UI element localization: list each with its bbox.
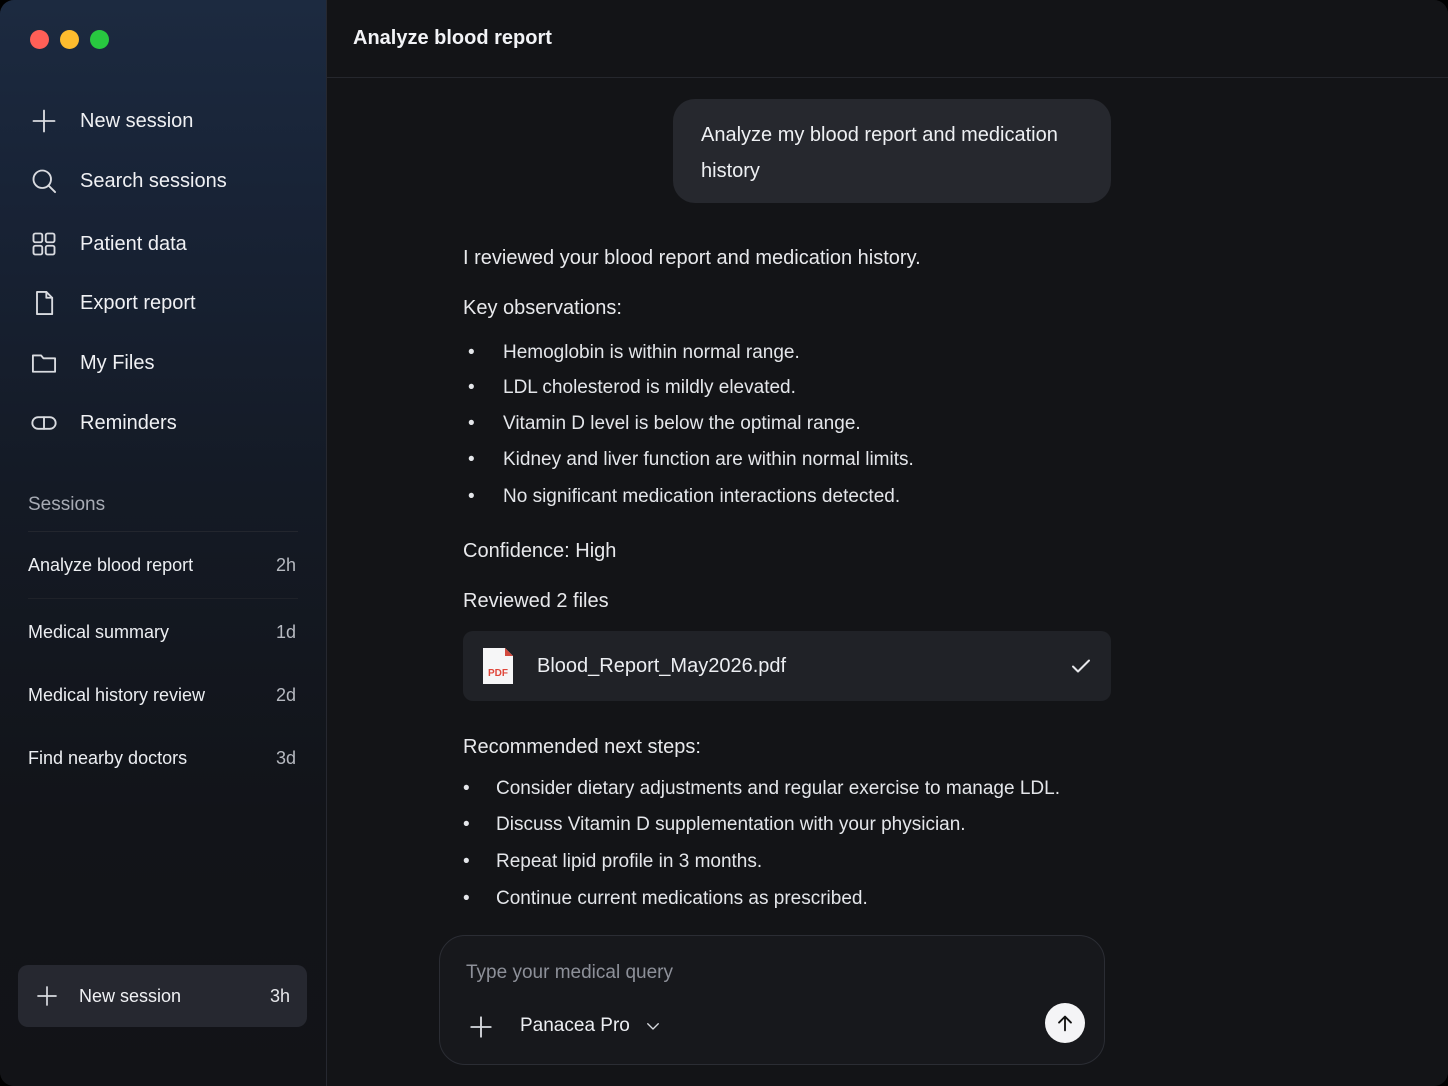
bullet: • [463,778,470,799]
file-attachment[interactable]: PDF Blood_Report_May2026.pdf [463,631,1111,701]
file-name: Blood_Report_May2026.pdf [537,654,787,677]
close-window-button[interactable] [30,30,49,49]
list-item-text: LDL cholesterod is mildly elevated. [503,377,796,398]
sidebar: New session Search sessions Patient data… [0,0,327,1086]
pill-icon [28,407,60,439]
list-item-text: No significant medication interactions d… [503,486,901,507]
chat-panel: Analyze blood report Analyze my blood re… [327,0,1448,1086]
sidebar-item-label: New session [80,109,194,132]
sidebar-item-label: Reminders [80,411,177,434]
pdf-icon: PDF [481,646,515,686]
bullet: • [468,413,475,434]
bullet: • [463,814,470,835]
bullet: • [463,851,470,872]
session-time: 2h [275,555,296,575]
session-time: 3h [269,985,290,1006]
sidebar-item-search-sessions[interactable]: Search sessions [28,161,227,201]
session-title: Medical summary [28,622,170,642]
session-title: Analyze blood report [28,555,194,575]
observations-heading: Key observations: [463,297,622,319]
response-intro: I reviewed your blood report and medicat… [463,247,921,269]
confidence-text: Confidence: High [463,540,617,562]
session-item[interactable]: Find nearby doctors 3d [28,748,296,769]
sidebar-item-label: Patient data [80,232,187,255]
sidebar-item-label: Search sessions [80,169,227,192]
divider [28,598,298,599]
session-time: 3d [275,748,296,768]
message-composer: Type your medical query Panacea Pro [439,935,1105,1065]
divider [28,531,298,532]
new-session-button[interactable]: New session 3h [18,965,307,1027]
next-steps-heading: Recommended next steps: [463,736,701,758]
list-item-text: Hemoglobin is within normal range. [503,342,800,363]
model-selector[interactable]: Panacea Pro [520,1015,662,1037]
check-icon [1069,654,1093,678]
reviewed-files-text: Reviewed 2 files [463,590,609,612]
arrow-up-icon [1058,1015,1072,1032]
list-item-text: Discuss Vitamin D supplementation with y… [496,814,966,835]
grid-icon [28,228,60,260]
folder-icon [28,347,60,379]
bullet: • [468,377,475,398]
bullet: • [468,449,475,470]
query-input[interactable]: Type your medical query [466,962,673,984]
bullet: • [468,486,475,507]
plus-icon [470,1016,492,1038]
minimize-window-button[interactable] [60,30,79,49]
sidebar-item-patient-data[interactable]: Patient data [28,224,187,264]
search-icon [28,165,60,197]
list-item-text: Consider dietary adjustments and regular… [496,778,1060,799]
sidebar-item-reminders[interactable]: Reminders [28,403,177,443]
session-item[interactable]: Medical summary 1d [28,622,296,643]
session-title: Find nearby doctors [28,748,188,768]
user-message: Analyze my blood report and medication h… [673,99,1111,203]
pdf-badge: PDF [488,668,508,679]
list-item-text: Continue current medications as prescrib… [496,888,868,909]
sidebar-item-label: Export report [80,291,196,314]
sidebar-item-my-files[interactable]: My Files [28,343,154,383]
chevron-down-icon [646,1023,659,1030]
plus-icon [37,986,57,1006]
session-item[interactable]: Analyze blood report 2h [28,555,296,576]
session-title: Medical history review [28,685,206,705]
sidebar-item-new-session[interactable]: New session [28,101,193,141]
chat-header: Analyze blood report [327,0,1448,78]
list-item-text: Repeat lipid profile in 3 months. [496,851,763,872]
list-item-text: Vitamin D level is below the optimal ran… [503,413,861,434]
app-window: New session Search sessions Patient data… [0,0,1448,1086]
page-title: Analyze blood report [353,27,552,49]
list-item-text: Kidney and liver function are within nor… [503,449,914,470]
document-icon [28,287,60,319]
sidebar-item-label: My Files [80,351,155,374]
maximize-window-button[interactable] [90,30,109,49]
sessions-heading: Sessions [28,494,106,515]
sidebar-item-export-report[interactable]: Export report [28,283,196,323]
plus-icon [28,105,60,137]
session-time: 1d [275,622,296,642]
attach-button[interactable] [468,1014,494,1040]
new-session-label: New session [79,985,182,1006]
session-time: 2d [275,685,296,705]
send-button[interactable] [1045,1003,1085,1043]
window-controls [30,30,109,49]
session-item[interactable]: Medical history review 2d [28,685,296,706]
bullet: • [468,342,475,363]
bullet: • [463,888,470,909]
model-name: Panacea Pro [520,1015,630,1036]
